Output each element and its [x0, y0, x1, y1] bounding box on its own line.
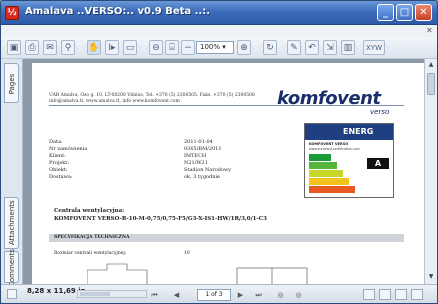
horizontal-scrollbar[interactable] [77, 290, 147, 298]
sign-icon[interactable]: ↶ [305, 40, 319, 55]
continuous-icon[interactable] [379, 289, 391, 300]
first-page-icon[interactable]: ⏮ [149, 290, 160, 300]
single-page-icon[interactable] [363, 289, 375, 300]
energy-brand: KOMFOVENT VERSO [309, 142, 349, 146]
unit-heading: Centrala wentylacyjna: [54, 208, 125, 214]
email-icon[interactable]: ✉ [43, 40, 57, 55]
spec-row-value: 10 [184, 251, 190, 256]
print-icon[interactable]: ⎙ [25, 40, 39, 55]
minimize-button[interactable]: _ [377, 4, 394, 21]
energy-bar-e [309, 186, 355, 193]
highlight-icon[interactable]: ⇲ [323, 40, 337, 55]
verso-logo: verso [370, 108, 390, 116]
field-label: Dostawa: [49, 174, 73, 180]
zoom-in-icon[interactable]: ⊕ [237, 40, 251, 55]
page-indicator[interactable]: 1 of 3 [197, 289, 231, 301]
field-label: Obiekt: [49, 167, 68, 173]
tab-attachments[interactable]: Attachments [4, 197, 19, 249]
panel-toggle-icon[interactable] [7, 289, 17, 299]
facing-icon[interactable] [395, 289, 407, 300]
energy-bar-c [309, 170, 343, 177]
energy-bar-a [309, 154, 331, 161]
field-value: Stadion Narodowy [184, 167, 232, 173]
close-doc-icon[interactable]: ✕ [426, 26, 433, 35]
comment-icon[interactable]: ✎ [287, 40, 301, 55]
zoom-minus-icon[interactable]: − [181, 40, 195, 55]
pdf-page: UAB Amalva, Ozo g. 10, LT-08200 Vilnius,… [32, 63, 424, 284]
field-label: Projekt: [49, 160, 69, 166]
app-icon: ½ [5, 6, 19, 20]
zoom-out-icon[interactable]: ⊖ [149, 40, 163, 55]
energy-bar-b [309, 162, 337, 169]
scroll-thumb[interactable] [427, 73, 435, 95]
hand-tool-icon[interactable]: ✋ [87, 40, 101, 55]
vertical-scrollbar[interactable]: ▲ ▼ [424, 59, 437, 284]
field-label: Klient: [49, 153, 66, 159]
document-viewer[interactable]: UAB Amalva, Ozo g. 10, LT-08200 Vilnius,… [23, 59, 424, 284]
stamp-icon[interactable]: ▥ [341, 40, 355, 55]
unit-model: KOMFOVENT VERSO-R-10-M-0,75/0,75-F5/G3-X… [54, 216, 267, 222]
zoom-select[interactable]: 100% ▾ [196, 41, 234, 54]
h-scroll-thumb[interactable] [80, 292, 110, 296]
maximize-button[interactable]: □ [396, 4, 413, 21]
company-address: UAB Amalva, Ozo g. 10, LT-08200 Vilnius,… [49, 93, 255, 98]
prev-page-icon[interactable]: ◀ [171, 290, 182, 300]
search-icon[interactable]: ⚲ [61, 40, 75, 55]
save-icon[interactable]: ▣ [7, 40, 21, 55]
field-label: Nr zamówienia [49, 146, 88, 152]
tab-comments[interactable]: Comments [4, 249, 19, 287]
energy-title: ENERG [343, 127, 374, 136]
scroll-up-icon[interactable]: ▲ [427, 61, 435, 69]
last-page-icon[interactable]: ⏭ [253, 290, 264, 300]
menu-strip: ✕ [1, 25, 437, 37]
app-window: ½ Amalava ..VERSO:.. v0.9 Beta ..:. _ □ … [0, 0, 438, 304]
toolbar: ▣ ⎙ ✉ ⚲ ✋ I▸ ▭ ⊖ ⌸ − 100% ▾ ⊕ ↻ ✎ ↶ ⇲ ▥ … [1, 37, 437, 59]
typewriter-icon[interactable]: XYW [363, 40, 385, 55]
fit-page-icon[interactable]: ⌸ [165, 40, 179, 55]
select-text-icon[interactable]: I▸ [105, 40, 119, 55]
header-divider [49, 105, 404, 106]
company-contact: info@amalva.lt, www.amalva.lt, info www.… [49, 99, 180, 104]
snapshot-icon[interactable]: ▭ [123, 40, 137, 55]
energy-class-badge: A [367, 158, 389, 169]
energy-label: ENERG KOMFOVENT VERSO www.eurovent-certi… [304, 123, 394, 198]
title-bar[interactable]: ½ Amalava ..VERSO:.. v0.9 Beta ..:. _ □ … [1, 1, 437, 25]
tab-pages[interactable]: Pages [4, 63, 19, 103]
energy-url: www.eurovent-certification.com [309, 147, 360, 151]
side-panel-tabs: Pages Attachments Comments [1, 59, 23, 287]
spec-row-label: Rozmiar centrali wentylacyjnej: [54, 251, 127, 256]
close-button[interactable]: ✕ [415, 4, 432, 21]
scroll-down-icon[interactable]: ▼ [427, 273, 435, 281]
field-value: ok. 3 tygodnie [184, 174, 221, 180]
field-value: IMTECH [184, 153, 207, 159]
field-value: 0365/BM/2011 [184, 146, 222, 152]
field-value: 2011-01-04 [184, 139, 213, 145]
unit-drawing [87, 263, 308, 284]
forward-icon[interactable]: ◎ [293, 290, 304, 300]
back-icon[interactable]: ◎ [275, 290, 286, 300]
status-bar: 8,28 x 11,69 in ⏮ ◀ 1 of 3 ▶ ⏭ ◎ ◎ [1, 284, 437, 303]
next-page-icon[interactable]: ▶ [235, 290, 246, 300]
rotate-icon[interactable]: ↻ [263, 40, 277, 55]
continuous-facing-icon[interactable] [411, 289, 423, 300]
field-label: Data: [49, 139, 63, 145]
energy-label-header: ENERG [305, 124, 393, 140]
field-value: N21/W21 [184, 160, 208, 166]
spec-heading: SPECYFIKACJA TECHNICZNA [54, 235, 130, 240]
window-title: Amalava ..VERSO:.. v0.9 Beta ..:. [25, 6, 211, 17]
energy-bar-d [309, 178, 349, 185]
